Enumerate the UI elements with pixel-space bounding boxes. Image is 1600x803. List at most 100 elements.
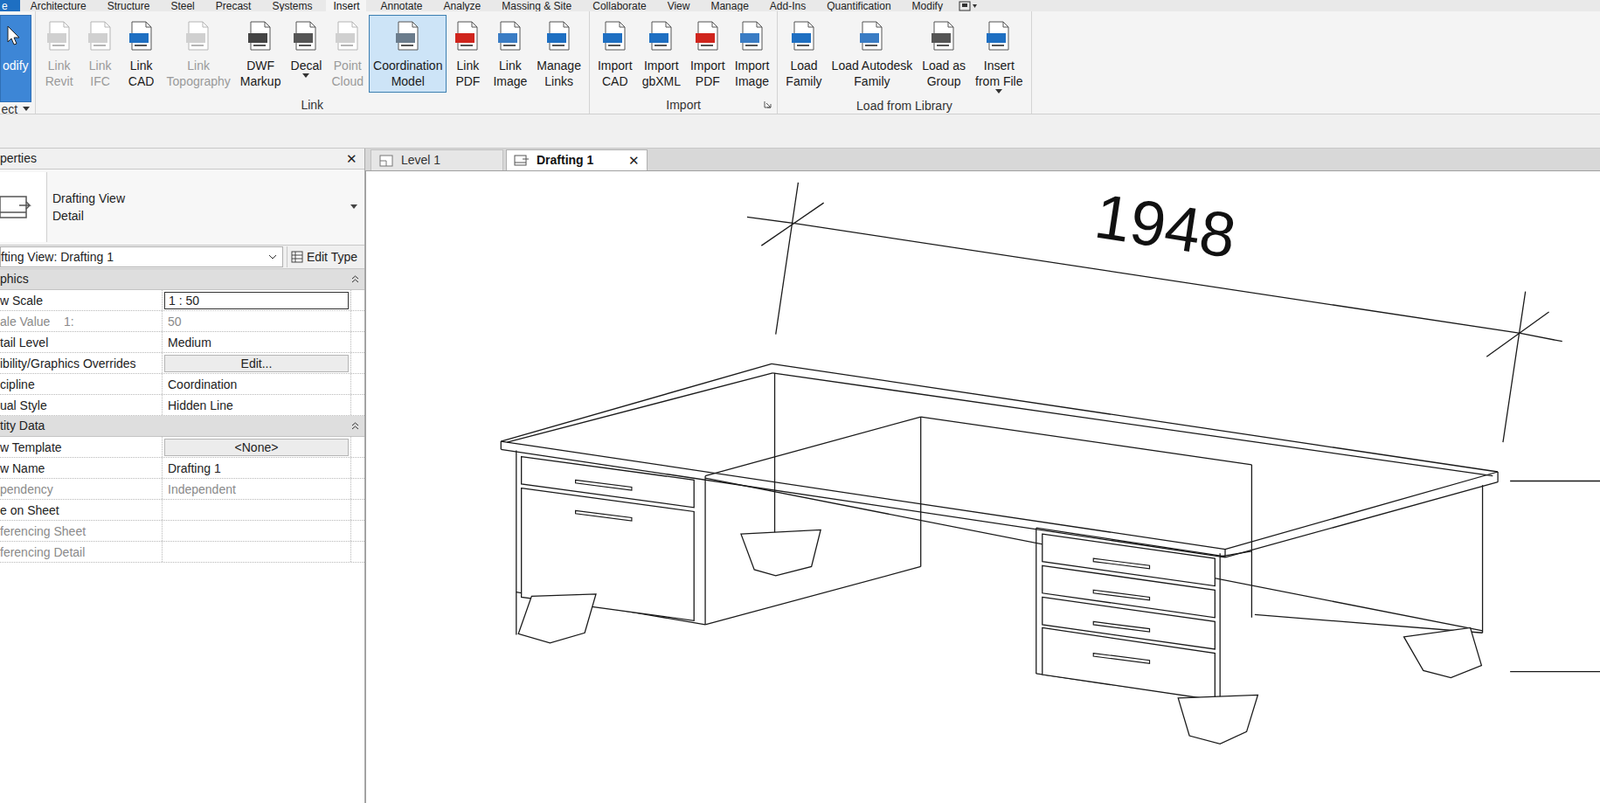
edit-type-icon xyxy=(290,250,304,264)
ribbon-button[interactable]: ManageLinks xyxy=(532,14,586,93)
ribbon-tab[interactable]: Modify xyxy=(901,0,954,12)
property-input[interactable]: 1 : 50 xyxy=(164,291,349,310)
options-bar xyxy=(0,114,1600,149)
button-icon xyxy=(494,19,527,53)
property-button[interactable]: <None> xyxy=(164,438,349,457)
ribbon-button[interactable]: odify xyxy=(0,14,32,103)
type-selector[interactable]: Drafting ViewDetail xyxy=(0,169,365,245)
button-label-line: Image xyxy=(492,73,527,90)
ribbon-tab[interactable]: Add-Ins xyxy=(759,0,817,12)
ribbon: odifyectLinkRevitLinkIFCLinkCADLinkTopog… xyxy=(0,11,1600,115)
ribbon-button[interactable]: CoordinationModel xyxy=(368,14,447,93)
property-value: Hidden Line xyxy=(164,396,349,415)
button-label-line: Link xyxy=(130,57,153,74)
ribbon-tab[interactable]: Manage xyxy=(699,0,759,12)
button-label: CoordinationModel xyxy=(373,52,443,90)
property-value: Coordination xyxy=(164,375,349,394)
ribbon-button[interactable]: LoadFamily xyxy=(781,14,826,93)
tab-close-button[interactable]: ✕ xyxy=(628,153,640,167)
ribbon-tab[interactable]: Collaborate xyxy=(581,0,657,12)
user-icon xyxy=(958,0,978,12)
property-value-cell[interactable]: <None> xyxy=(162,436,351,458)
button-label: ImportCAD xyxy=(597,52,633,90)
type-line: Detail xyxy=(52,207,346,225)
property-row-gutter xyxy=(350,311,365,332)
button-label-line: Family xyxy=(853,73,890,90)
view-tab[interactable]: Level 1 xyxy=(370,149,504,171)
ribbon-tab[interactable]: Architecture xyxy=(20,0,97,12)
property-value-cell[interactable] xyxy=(162,499,351,520)
property-group-header[interactable]: tity Data xyxy=(0,415,365,437)
properties-palette: perties✕Drafting ViewDetailfting View: D… xyxy=(0,148,366,803)
property-group-header[interactable]: phics xyxy=(0,269,365,291)
button-icon xyxy=(451,19,484,53)
button-label: Load asGroup xyxy=(921,52,966,90)
button-label-line: IFC xyxy=(90,73,111,90)
ribbon-tab[interactable]: Precast xyxy=(205,0,263,12)
ribbon-tab[interactable]: Insert xyxy=(325,0,367,12)
ribbon-button[interactable]: ImportImage xyxy=(730,14,775,93)
ribbon-tab[interactable]: Analyze xyxy=(433,0,492,12)
ribbon-tab[interactable]: View xyxy=(657,0,701,12)
dimension-text[interactable]: 1948 xyxy=(1090,180,1241,271)
ribbon-button[interactable]: ImportgbXML xyxy=(637,14,686,93)
ribbon-button[interactable]: ImportCAD xyxy=(593,14,638,93)
property-value-cell[interactable]: Drafting 1 xyxy=(162,457,351,478)
property-value-cell[interactable]: Medium xyxy=(162,332,351,353)
instance-selector[interactable]: fting View: Drafting 1 xyxy=(0,246,284,268)
collapse-icon xyxy=(351,275,360,284)
ribbon-button[interactable]: Insertfrom File xyxy=(970,14,1027,98)
ribbon-tab[interactable]: Annotate xyxy=(369,0,433,12)
ribbon-button[interactable]: Load asGroup xyxy=(917,14,970,93)
view-tab-label: Level 1 xyxy=(401,151,496,170)
drawing-canvas[interactable]: 1948 xyxy=(365,170,1600,803)
button-label-line: Point xyxy=(333,57,362,74)
collapse-icon xyxy=(351,422,360,430)
ribbon-button[interactable]: LinkPDF xyxy=(447,14,488,93)
ribbon-panel-label: ect xyxy=(0,102,32,117)
property-label-cell: w Name xyxy=(0,457,163,478)
ribbon-button[interactable]: Decal xyxy=(285,14,326,83)
ribbon-tab[interactable]: Systems xyxy=(261,0,323,12)
ribbon-tab[interactable]: Structure xyxy=(96,0,161,12)
property-label: ale Value 1: xyxy=(0,313,75,330)
dialog-launcher-icon[interactable] xyxy=(763,100,772,109)
ribbon-tab[interactable]: Massing & Site xyxy=(491,0,582,12)
property-value-cell[interactable]: 1 : 50 xyxy=(162,290,351,311)
ribbon-button: LinkIFC xyxy=(80,14,121,93)
button-label-line: PDF xyxy=(695,73,721,90)
property-row: ferencing Sheet xyxy=(0,520,365,542)
button-label-line: Link xyxy=(457,57,480,74)
view-tab[interactable]: Drafting 1✕ xyxy=(505,149,648,171)
property-label-cell: w Template xyxy=(0,436,163,458)
ribbon-panel: LoadFamilyLoad AutodeskFamilyLoad asGrou… xyxy=(777,11,1032,114)
edit-type-button[interactable]: Edit Type xyxy=(286,246,361,268)
ribbon-button[interactable]: DWFMarkup xyxy=(235,14,286,93)
property-value-cell[interactable]: Hidden Line xyxy=(162,394,351,416)
panel-label: Load from Library xyxy=(856,98,953,113)
button-label: LoadFamily xyxy=(785,52,822,90)
button-label: ImportPDF xyxy=(690,52,726,90)
ribbon-button[interactable]: LinkCAD xyxy=(121,14,162,93)
close-button[interactable]: ✕ xyxy=(344,152,360,166)
ribbon-tab[interactable]: e xyxy=(0,0,21,12)
property-value-cell[interactable]: Coordination xyxy=(162,374,351,395)
ribbon-button[interactable]: ImportPDF xyxy=(685,14,730,93)
property-label: pendency xyxy=(0,481,54,498)
property-label: w Scale xyxy=(0,292,43,309)
ribbon-button[interactable]: Load AutodeskFamily xyxy=(827,14,918,93)
property-value: Medium xyxy=(164,333,349,352)
property-button[interactable]: Edit... xyxy=(164,354,349,373)
ribbon-tab[interactable]: Steel xyxy=(159,0,205,12)
ribbon-panel-label: Load from Library xyxy=(781,97,1027,114)
property-label-cell: ibility/Graphics Overrides xyxy=(0,353,163,374)
button-label-line: Link xyxy=(48,57,71,74)
ribbon-button[interactable]: LinkImage xyxy=(488,14,532,93)
property-label-cell: tail Level xyxy=(0,332,163,353)
button-label-line: Group xyxy=(927,73,962,90)
ribbon-tab[interactable]: Quantification xyxy=(816,0,901,12)
property-value-cell[interactable]: Edit... xyxy=(162,353,351,374)
button-label-line: Link xyxy=(89,57,112,74)
property-label: ibility/Graphics Overrides xyxy=(0,355,137,372)
button-label: Insertfrom File xyxy=(975,52,1023,90)
